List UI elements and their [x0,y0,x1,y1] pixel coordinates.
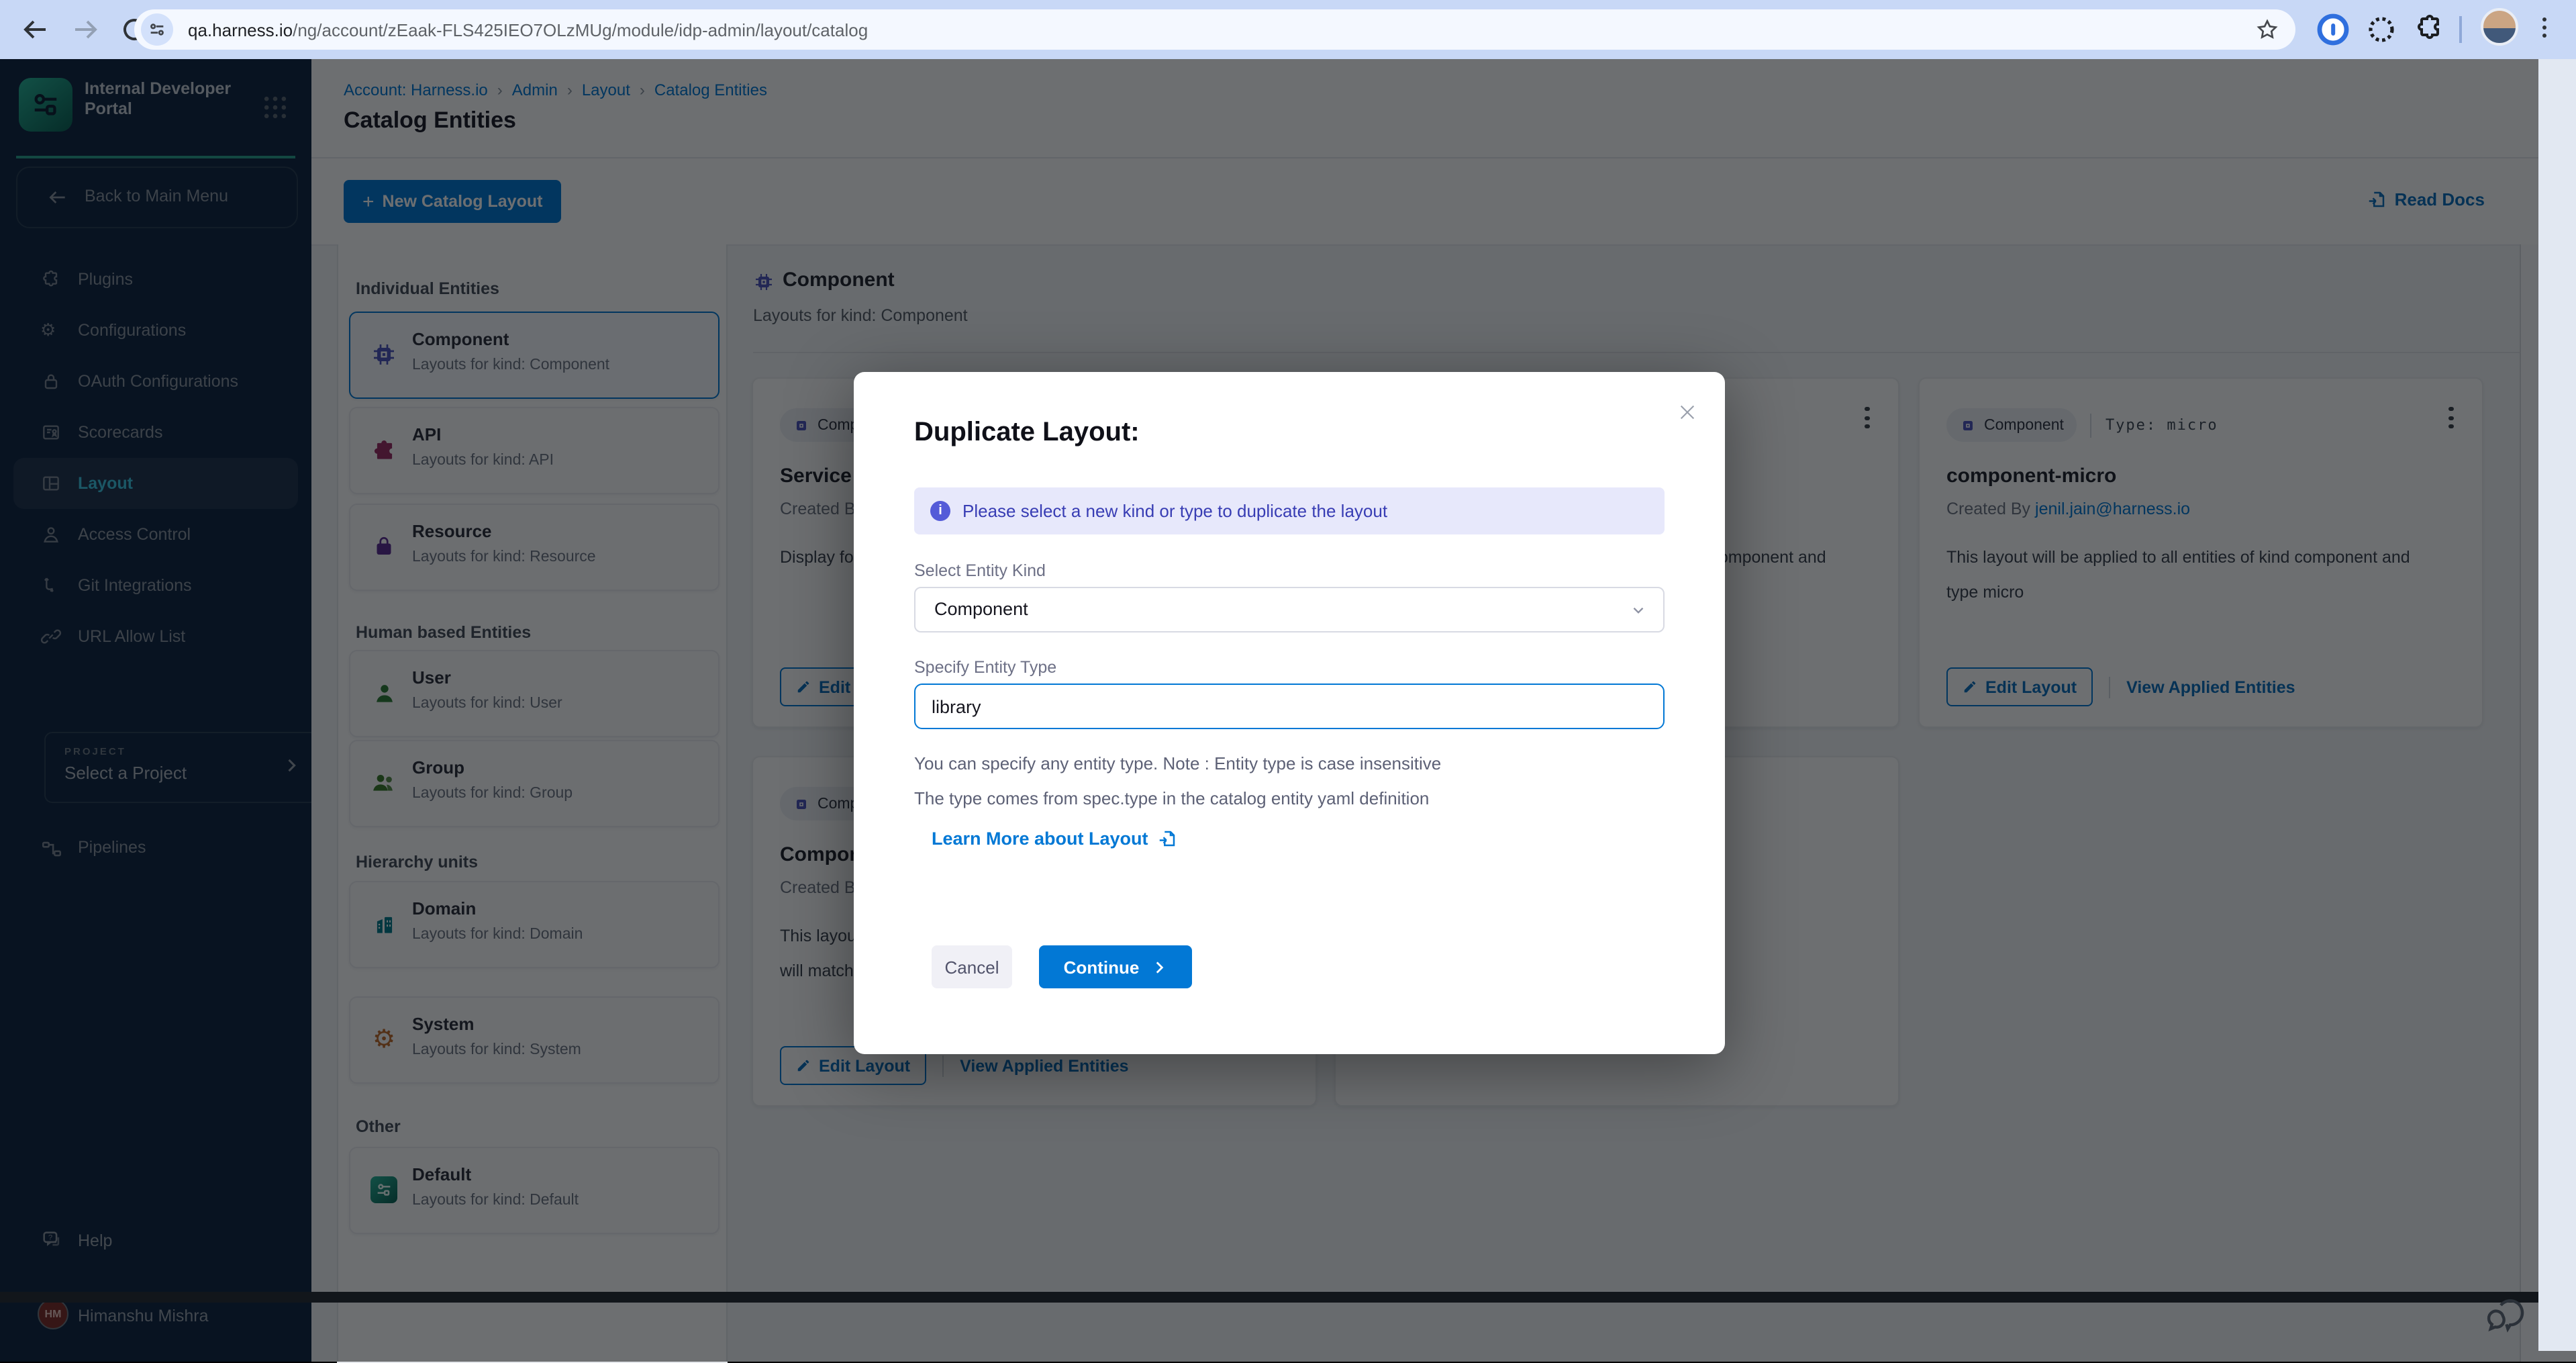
help-text-2: The type comes from spec.type in the cat… [914,788,1429,808]
browser-forward-icon[interactable] [70,13,102,46]
help-text-1: You can specify any entity type. Note : … [914,753,1441,773]
entity-kind-select[interactable]: Component [914,587,1665,632]
browser-menu-icon[interactable] [2542,13,2546,42]
learn-more-link[interactable]: Learn More about Layout [932,829,1178,849]
browser-chrome: qa.harness.io/ng/account/zEaak-FLS425IEO… [0,0,2576,59]
duplicate-layout-modal: Duplicate Layout: i Please select a new … [854,372,1725,1054]
url-text: qa.harness.io/ng/account/zEaak-FLS425IEO… [188,20,868,40]
extensions-puzzle-icon[interactable] [2414,13,2446,46]
page-scrollbar[interactable] [2538,59,2576,1351]
entity-type-input[interactable] [914,684,1665,729]
site-settings-icon[interactable] [141,13,173,46]
cancel-button[interactable]: Cancel [932,945,1012,988]
close-icon[interactable] [1677,402,1698,423]
browser-profile-avatar[interactable] [2481,8,2518,46]
loading-extension-icon[interactable] [2365,13,2397,46]
url-bar[interactable]: qa.harness.io/ng/account/zEaak-FLS425IEO… [134,9,2295,50]
entity-kind-label: Select Entity Kind [914,561,1046,580]
info-banner: i Please select a new kind or type to du… [914,487,1665,534]
continue-button[interactable]: Continue [1039,945,1192,988]
doc-external-icon [1158,829,1178,849]
modal-title: Duplicate Layout: [914,418,1140,449]
chevron-right-icon [1150,958,1167,976]
chevron-down-icon [1630,602,1647,619]
entity-type-label: Specify Entity Type [914,658,1056,677]
chrome-divider [2459,16,2462,43]
onepassword-extension-icon[interactable] [2317,13,2349,46]
browser-back-icon[interactable] [19,13,51,46]
page: qa.harness.io/ng/account/zEaak-FLS425IEO… [0,0,2576,1362]
bookmark-star-icon[interactable] [2255,17,2279,42]
info-icon: i [930,501,950,521]
